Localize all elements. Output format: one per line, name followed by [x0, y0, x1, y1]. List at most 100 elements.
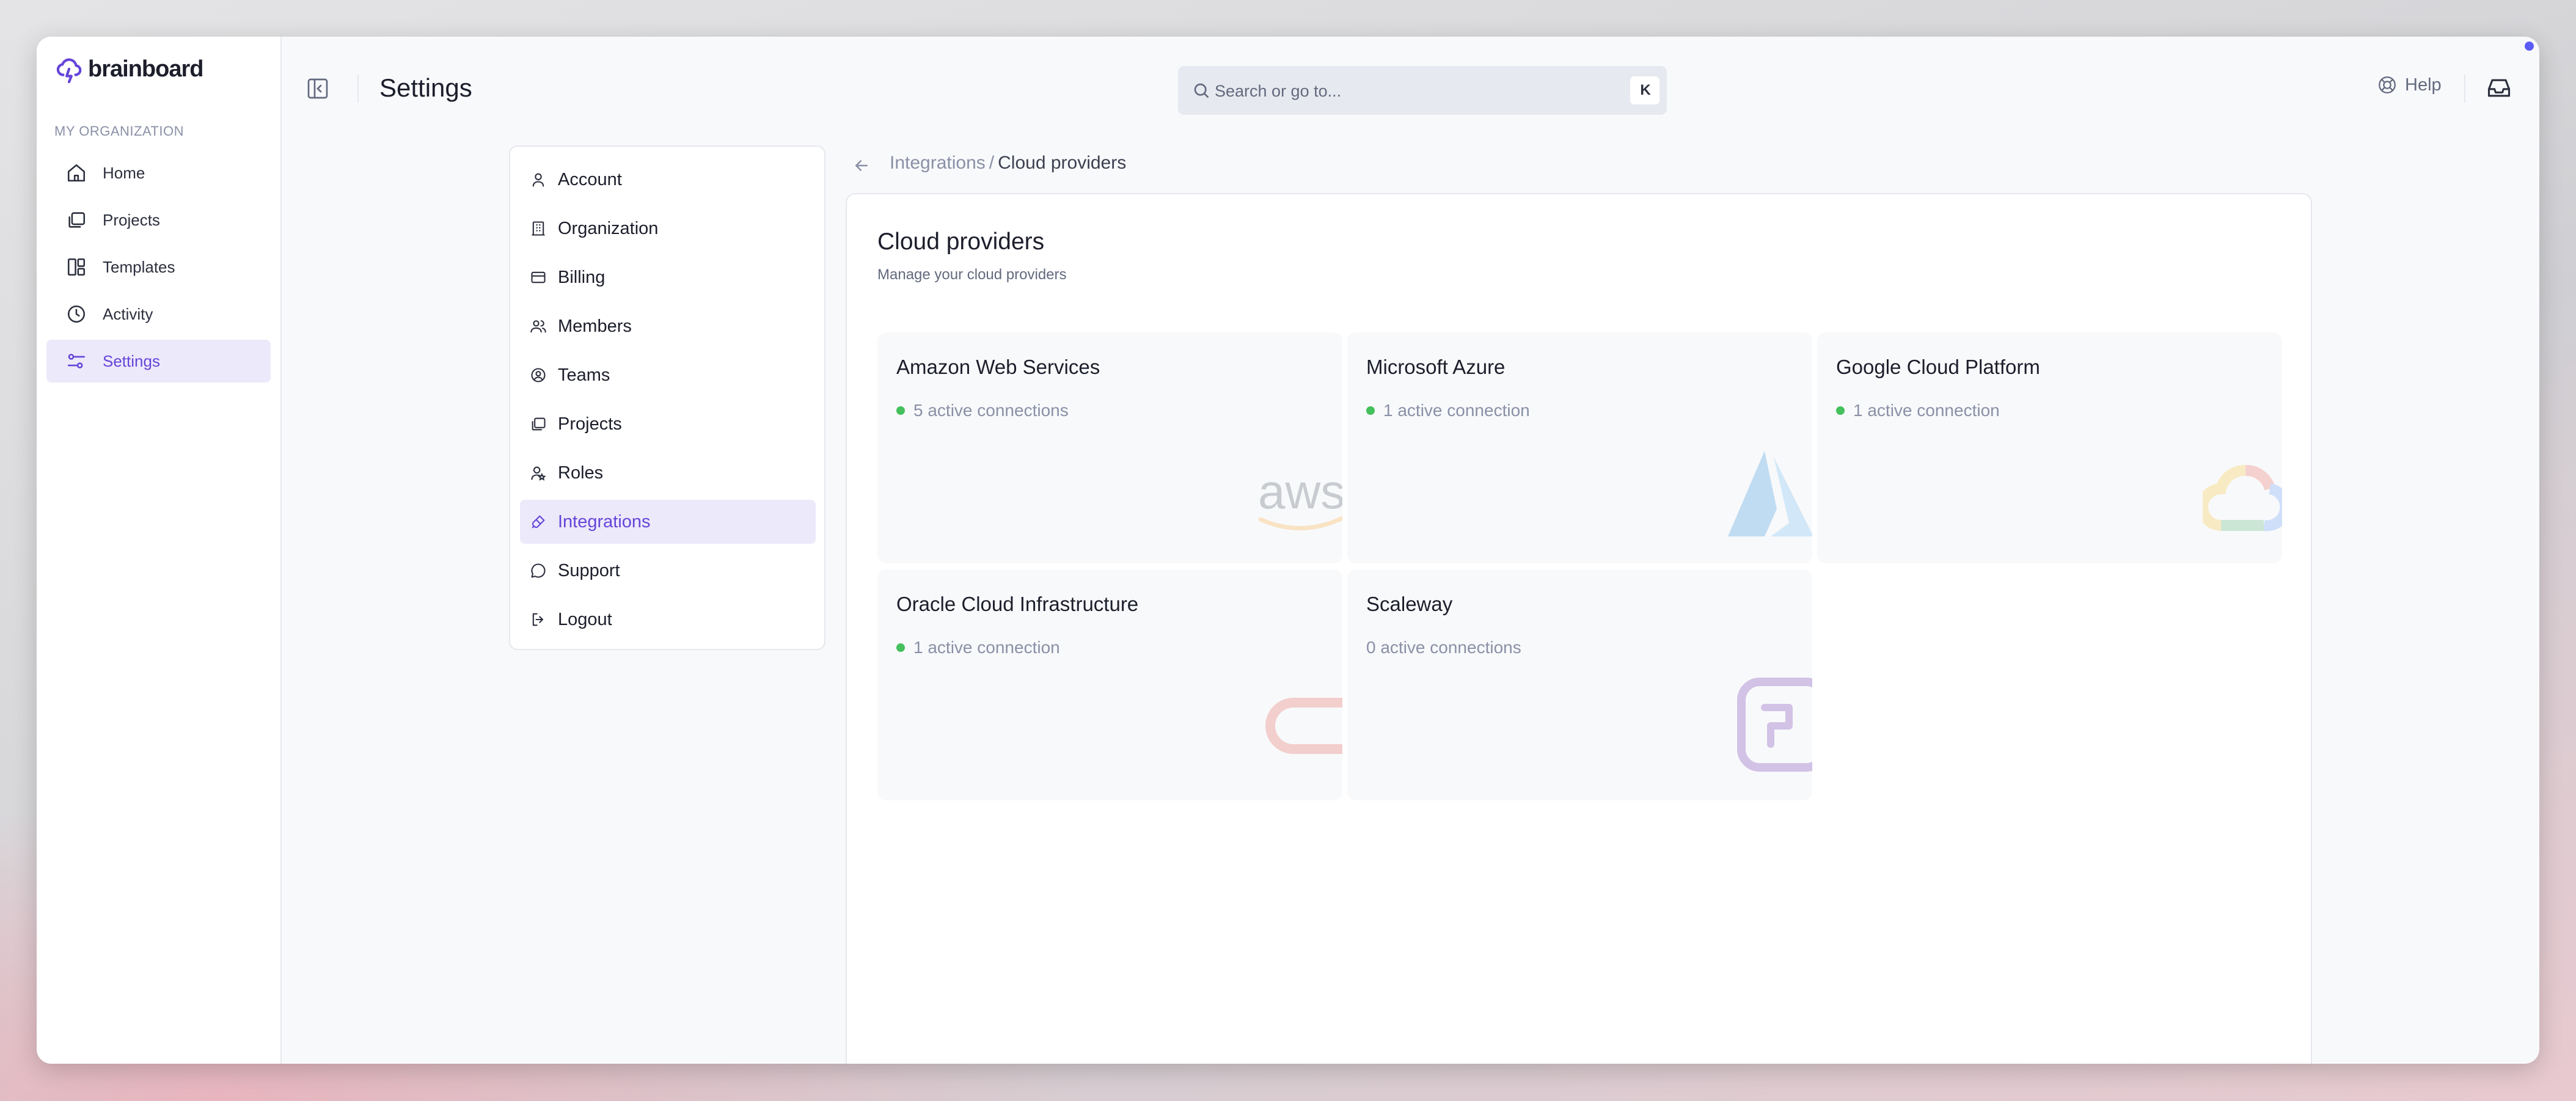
lifebuoy-icon: [2379, 76, 2396, 93]
chat-icon: [531, 563, 546, 578]
role-icon: [531, 466, 546, 481]
settings-item-label: Account: [558, 169, 622, 189]
status-dot: [896, 643, 905, 652]
status-dot: [1836, 406, 1845, 415]
settings-item-label: Members: [558, 316, 632, 336]
back-arrow-icon[interactable]: [852, 156, 871, 175]
team-icon: [531, 368, 546, 382]
settings-item-label: Projects: [558, 414, 622, 434]
section-title: Cloud providers: [877, 229, 1045, 255]
svg-text:aws: aws: [1258, 466, 1342, 519]
notification-dot: [2525, 42, 2534, 51]
provider-card-azure[interactable]: Microsoft Azure 1 active connection: [1347, 332, 1812, 563]
breadcrumb: Integrations / Cloud providers: [890, 153, 1126, 174]
breadcrumb-current: Cloud providers: [998, 153, 1127, 173]
aws-logo-icon: aws: [1258, 466, 1342, 530]
sidebar-item-home[interactable]: Home: [46, 152, 271, 194]
sidebar-item-label: Templates: [103, 257, 175, 276]
brand-name: brainboard: [88, 56, 203, 82]
settings-item-label: Teams: [558, 365, 610, 385]
oracle-logo-icon: [1265, 698, 1342, 754]
connection-count: 1 active connection: [1383, 401, 1530, 420]
sidebar-item-projects[interactable]: Projects: [46, 199, 271, 241]
settings-item-projects[interactable]: Projects: [520, 402, 816, 446]
connection-count: 1 active connection: [913, 638, 1060, 657]
header-divider: [357, 75, 359, 103]
provider-name: Google Cloud Platform: [1836, 356, 2040, 378]
cloud-providers-panel: Cloud providers Manage your cloud provid…: [846, 193, 2312, 1064]
status-dot: [896, 406, 905, 415]
settings-item-billing[interactable]: Billing: [520, 255, 816, 299]
settings-item-account[interactable]: Account: [520, 158, 816, 202]
clock-icon: [67, 305, 86, 323]
connection-count: 1 active connection: [1853, 401, 2000, 420]
settings-item-teams[interactable]: Teams: [520, 353, 816, 397]
connection-count: 5 active connections: [913, 401, 1069, 420]
provider-name: Amazon Web Services: [896, 356, 1100, 378]
settings-item-logout[interactable]: Logout: [520, 598, 816, 642]
logout-icon: [532, 613, 544, 626]
settings-menu: Account Organization Billing Members Tea…: [509, 145, 825, 650]
breadcrumb-link-integrations[interactable]: Integrations: [890, 153, 986, 173]
shortcut-key-k: K: [1631, 76, 1659, 104]
page-title: Settings: [379, 73, 472, 102]
brand-logo[interactable]: brainboard: [55, 55, 203, 83]
sidebar-item-label: Settings: [103, 351, 160, 370]
sidebar-item-label: Activity: [103, 304, 153, 323]
provider-status: 1 active connection: [1366, 401, 1530, 420]
search-icon: [1194, 83, 1209, 98]
provider-name: Oracle Cloud Infrastructure: [896, 593, 1139, 615]
search-input[interactable]: Search or go to... ⌘ K: [1178, 66, 1667, 115]
provider-name: Microsoft Azure: [1366, 356, 1506, 378]
settings-item-label: Support: [558, 560, 620, 580]
status-dot: [1366, 406, 1375, 415]
user-icon: [532, 173, 544, 187]
app-window: brainboard MY ORGANIZATION Home Projects…: [37, 37, 2539, 1064]
settings-item-label: Integrations: [558, 511, 651, 532]
settings-item-integrations[interactable]: Integrations: [520, 500, 816, 544]
header-divider: [2464, 75, 2465, 103]
settings-item-label: Billing: [558, 267, 606, 287]
brainboard-logo-icon: [56, 58, 82, 83]
projects-icon: [532, 417, 546, 431]
settings-item-roles[interactable]: Roles: [520, 451, 816, 495]
projects-icon: [68, 212, 86, 228]
provider-status: 5 active connections: [896, 401, 1069, 420]
settings-item-organization[interactable]: Organization: [520, 207, 816, 251]
provider-status: 1 active connection: [896, 638, 1060, 657]
sidebar-item-templates[interactable]: Templates: [46, 246, 271, 288]
gcp-logo-icon: [2203, 465, 2282, 532]
help-label: Help: [2405, 75, 2442, 95]
plug-icon: [532, 515, 545, 529]
provider-status: 1 active connection: [1836, 401, 2000, 420]
sidebar-item-settings[interactable]: Settings: [46, 340, 271, 382]
sidebar-toggle-icon[interactable]: [306, 76, 330, 101]
provider-card-aws[interactable]: Amazon Web Services 5 active connections…: [877, 332, 1342, 563]
settings-item-label: Logout: [558, 609, 612, 629]
templates-icon: [67, 258, 86, 276]
search-placeholder: Search or go to...: [1215, 82, 1342, 100]
settings-item-label: Organization: [558, 218, 659, 238]
provider-status: 0 active connections: [1366, 638, 1521, 657]
users-icon: [530, 320, 546, 333]
sidebar-item-label: Projects: [103, 210, 160, 229]
home-icon: [67, 164, 86, 182]
provider-card-oracle[interactable]: Oracle Cloud Infrastructure 1 active con…: [877, 569, 1342, 800]
sidebar-item-activity[interactable]: Activity: [46, 293, 271, 335]
settings-item-members[interactable]: Members: [520, 304, 816, 348]
breadcrumb-separator: /: [989, 153, 995, 173]
provider-name: Scaleway: [1366, 593, 1453, 615]
provider-card-scaleway[interactable]: Scaleway 0 active connections: [1347, 569, 1812, 800]
sliders-icon: [67, 354, 86, 368]
inbox-icon[interactable]: [2486, 75, 2512, 101]
provider-card-gcp[interactable]: Google Cloud Platform 1 active connectio…: [1817, 332, 2282, 563]
scaleway-logo-icon: [1737, 678, 1812, 772]
settings-item-support[interactable]: Support: [520, 549, 816, 593]
section-subtitle: Manage your cloud providers: [877, 266, 1067, 283]
settings-item-label: Roles: [558, 463, 604, 483]
building-icon: [532, 221, 545, 236]
sidebar-item-label: Home: [103, 163, 145, 182]
main-nav: Home Projects Templates Activity Setting…: [46, 152, 271, 387]
sidebar: brainboard MY ORGANIZATION Home Projects…: [37, 37, 282, 1064]
help-button[interactable]: Help: [2377, 75, 2442, 95]
